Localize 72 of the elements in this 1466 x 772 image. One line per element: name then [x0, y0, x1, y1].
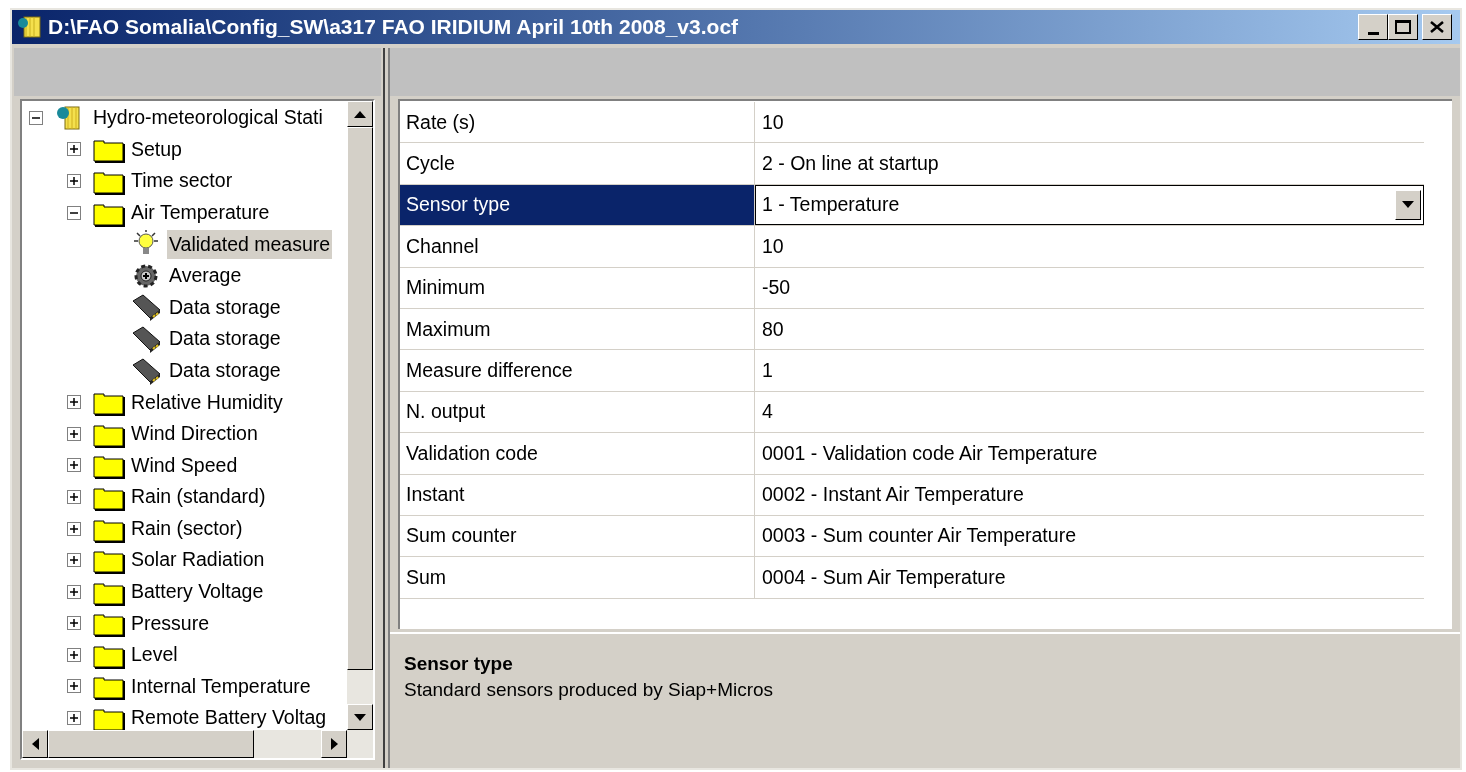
- tree-item[interactable]: Average: [167, 261, 244, 291]
- collapse-icon[interactable]: [29, 110, 43, 125]
- tree-item[interactable]: Time sector: [129, 166, 235, 196]
- expand-icon[interactable]: [67, 426, 81, 441]
- tree-item[interactable]: Data storage: [167, 292, 283, 322]
- property-label[interactable]: Cycle: [400, 143, 755, 184]
- tree-item[interactable]: Solar Radiation: [129, 545, 267, 575]
- property-value[interactable]: 10: [755, 226, 1424, 267]
- dropdown-field[interactable]: 1 - Temperature: [755, 184, 1424, 226]
- expand-icon[interactable]: [67, 521, 81, 536]
- expand-icon[interactable]: [67, 553, 81, 568]
- tree-item[interactable]: Pressure: [129, 608, 212, 638]
- property-value[interactable]: 0003 - Sum counter Air Temperature: [755, 515, 1424, 557]
- tree-item[interactable]: Remote Battery Voltag: [129, 703, 329, 730]
- tree-item[interactable]: Data storage: [167, 324, 283, 354]
- close-icon[interactable]: [1422, 14, 1452, 40]
- scroll-up-icon[interactable]: [347, 101, 373, 127]
- property-label[interactable]: Sum: [400, 557, 755, 598]
- property-label[interactable]: Sensor type: [400, 184, 755, 226]
- expand-icon[interactable]: [67, 711, 81, 726]
- property-value[interactable]: 80: [755, 308, 1424, 350]
- tree-item[interactable]: Rain (standard): [129, 482, 268, 512]
- tree-item[interactable]: Rain (sector): [129, 513, 245, 544]
- scroll-right-icon[interactable]: [321, 730, 347, 758]
- property-value[interactable]: 1: [755, 350, 1424, 391]
- tree-item[interactable]: Air Temperature: [129, 197, 272, 228]
- expand-icon[interactable]: [67, 489, 81, 504]
- property-value[interactable]: -50: [755, 267, 1424, 308]
- tree-item[interactable]: Validated measure: [167, 229, 333, 259]
- horizontal-scrollbar[interactable]: [22, 730, 373, 758]
- property-value[interactable]: 0001 - Validation code Air Temperature: [755, 433, 1424, 474]
- property-value[interactable]: 2 - On line at startup: [755, 143, 1424, 184]
- tree-item[interactable]: Hydro-meteorological Stati: [91, 103, 325, 133]
- collapse-icon[interactable]: [67, 205, 81, 220]
- property-label[interactable]: Channel: [400, 226, 755, 267]
- expand-icon[interactable]: [67, 395, 81, 410]
- scroll-thumb[interactable]: [48, 730, 254, 758]
- property-label[interactable]: Validation code: [400, 433, 755, 474]
- minimize-icon[interactable]: [1358, 14, 1388, 40]
- expand-icon[interactable]: [67, 584, 81, 599]
- tree-item[interactable]: Battery Voltage: [129, 577, 266, 607]
- property-label[interactable]: Minimum: [400, 267, 755, 308]
- property-label[interactable]: Instant: [400, 474, 755, 515]
- expand-icon[interactable]: [67, 679, 81, 694]
- property-label[interactable]: N. output: [400, 391, 755, 433]
- maximize-icon[interactable]: [1388, 14, 1418, 40]
- tree-item[interactable]: Data storage: [167, 355, 283, 386]
- expand-icon[interactable]: [67, 142, 81, 157]
- expand-icon[interactable]: [67, 616, 81, 631]
- description-text: Standard sensors produced by Siap+Micros: [404, 678, 775, 702]
- property-label[interactable]: Measure difference: [400, 350, 755, 391]
- tree-item[interactable]: Internal Temperature: [129, 671, 313, 702]
- scroll-left-icon[interactable]: [22, 730, 48, 758]
- scroll-down-icon[interactable]: [347, 704, 373, 730]
- property-value[interactable]: 0002 - Instant Air Temperature: [755, 474, 1424, 515]
- expand-icon[interactable]: [67, 174, 81, 188]
- property-value[interactable]: 10: [755, 102, 1424, 143]
- expand-icon[interactable]: [67, 647, 81, 662]
- tree-item[interactable]: Wind Speed: [129, 450, 240, 480]
- expand-icon[interactable]: [67, 458, 81, 473]
- property-value[interactable]: 0004 - Sum Air Temperature: [755, 557, 1424, 598]
- window-title: D:\FAO Somalia\Config_SW\a317 FAO IRIDIUM April 10th 2008_v3.ocf: [48, 14, 740, 41]
- property-label[interactable]: Maximum: [400, 308, 755, 350]
- property-label[interactable]: Sum counter: [400, 515, 755, 557]
- tree-item[interactable]: Relative Humidity: [129, 387, 285, 417]
- description-title: Sensor type: [404, 652, 514, 676]
- app-icon: [16, 14, 44, 40]
- tree-item[interactable]: Setup: [129, 134, 184, 164]
- property-label[interactable]: Rate (s): [400, 102, 755, 143]
- property-value[interactable]: 4: [755, 391, 1424, 433]
- tree-item[interactable]: Wind Direction: [129, 419, 260, 449]
- tree-item[interactable]: Level: [129, 640, 180, 670]
